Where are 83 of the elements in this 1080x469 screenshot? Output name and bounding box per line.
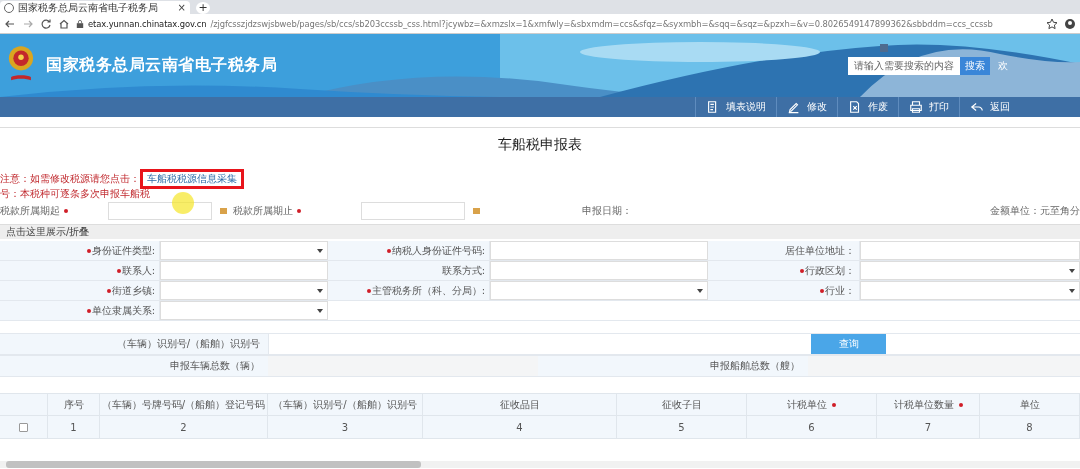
field-label: 居住单位地址： [785,245,855,256]
field-label: 联系方式: [441,265,485,276]
column-header: 计税单位 [787,398,827,412]
horizontal-scrollbar[interactable] [0,461,1080,468]
input-field[interactable] [860,241,1080,260]
table-cell: 4 [423,416,617,438]
unit-text: 金额单位：元至角分 [990,204,1080,218]
field-label: 税款所属期止 [233,204,293,218]
source-info-link[interactable]: 车船税税源信息采集 [147,173,237,184]
table-cell: 1 [48,416,100,438]
dropdown[interactable] [160,301,328,320]
toolbar-button[interactable]: 修改 [776,97,837,117]
back-arrow-icon [970,100,984,114]
lock-icon [76,18,84,29]
field-label: （车辆）识别号/（船舶）识别号 [0,334,268,354]
field-label: 纳税人身份证件号码: [391,245,485,256]
column-header: 征收品目 [499,398,540,412]
document-x-icon [848,100,862,114]
date-field[interactable] [108,202,212,220]
table-cell: 8 [980,416,1080,438]
required-mark [297,209,301,213]
notice-text: 注意：如需修改税源请您点击： [0,173,140,185]
field-label: 单位隶属关系: [91,305,155,316]
caret-icon [697,289,703,293]
dropdown[interactable] [860,281,1080,300]
toolbar-button[interactable]: 填表说明 [695,97,776,117]
browser-tab[interactable]: 国家税务总局云南省电子税务局 × [0,1,190,14]
close-tab-button[interactable]: × [177,2,186,13]
field-label: 申报车辆总数（辆） [0,356,268,376]
caret-icon [317,309,323,313]
column-header: （车辆）号牌号码/（船舶）登记号码 [101,398,266,412]
table-cell: 6 [747,416,877,438]
column-header: 征收子目 [661,398,702,412]
field-label: 联系人: [121,265,155,276]
calendar-icon[interactable] [220,208,227,214]
required-mark [64,209,68,213]
caret-icon [317,289,323,293]
dropdown[interactable] [160,281,328,300]
checkbox[interactable] [19,422,28,432]
field-label: 街道乡镇: [111,285,155,296]
toolbar-button[interactable]: 打印 [898,97,959,117]
collapse-toggle[interactable]: 点击这里展示/折叠 [0,224,1080,239]
field-label: 行业： [825,285,855,296]
date-field[interactable] [361,202,465,220]
dropdown[interactable] [490,281,708,300]
reload-icon[interactable] [40,17,52,30]
toolbar-button[interactable]: 作废 [837,97,898,117]
new-tab-button[interactable]: + [196,2,210,14]
table-cell: 5 [617,416,747,438]
caret-icon [1069,269,1075,273]
dropdown[interactable] [860,261,1080,280]
table-cell: 2 [100,416,268,438]
star-icon[interactable] [1046,17,1058,30]
caret-icon [1069,289,1075,293]
notice-text: 号：本税种可逐条多次申报车船税 [0,188,151,200]
calendar-icon[interactable] [473,208,480,214]
field-label: 申报日期： [582,204,632,218]
column-header: 单位 [1019,398,1040,412]
input-field[interactable] [160,261,328,280]
column-header: 计税单位数量 [893,398,954,412]
field-label: 身份证件类型: [91,245,155,256]
field-label: 税款所属期起 [0,204,60,218]
address-bar[interactable]: etax.yunnan.chinatax.gov.cn /zjgfcsszjdzswjsbweb/pages/sb/ccs/sb203ccssb_css.html?jcywbz=&xmzslx=1&xmfwly=&sbxmdm=ccs&sfqz=&syxmbh=&sqq=&sqz=&pzxh=&v=0.8026549147899362&sbbddm=ccs_ccssb [76,16,1040,31]
column-header: （车辆）识别号/（船舶）识别号 [273,398,417,412]
dropdown[interactable] [160,241,328,260]
column-header: 序号 [63,398,84,412]
input-field[interactable] [490,261,708,280]
field-label: 申报船舶总数（艘） [538,356,808,376]
home-icon[interactable] [58,17,70,30]
input-field[interactable] [490,241,708,260]
form-title: 车船税申报表 [0,127,1080,156]
field-label: 主管税务所（科、分局）: [371,285,485,296]
greeting-text: 欢 [998,58,1009,73]
printer-icon [909,100,923,114]
table-cell: 7 [877,416,980,438]
field-label: 行政区划： [805,265,855,276]
pencil-icon [787,100,801,114]
caret-icon [317,249,323,253]
site-title: 国家税务总局云南省电子税务局 [46,55,277,76]
profile-icon[interactable] [1064,17,1076,30]
toolbar-button[interactable]: 返回 [959,97,1020,117]
table-cell: 3 [268,416,423,438]
query-button[interactable]: 查询 [811,334,886,354]
